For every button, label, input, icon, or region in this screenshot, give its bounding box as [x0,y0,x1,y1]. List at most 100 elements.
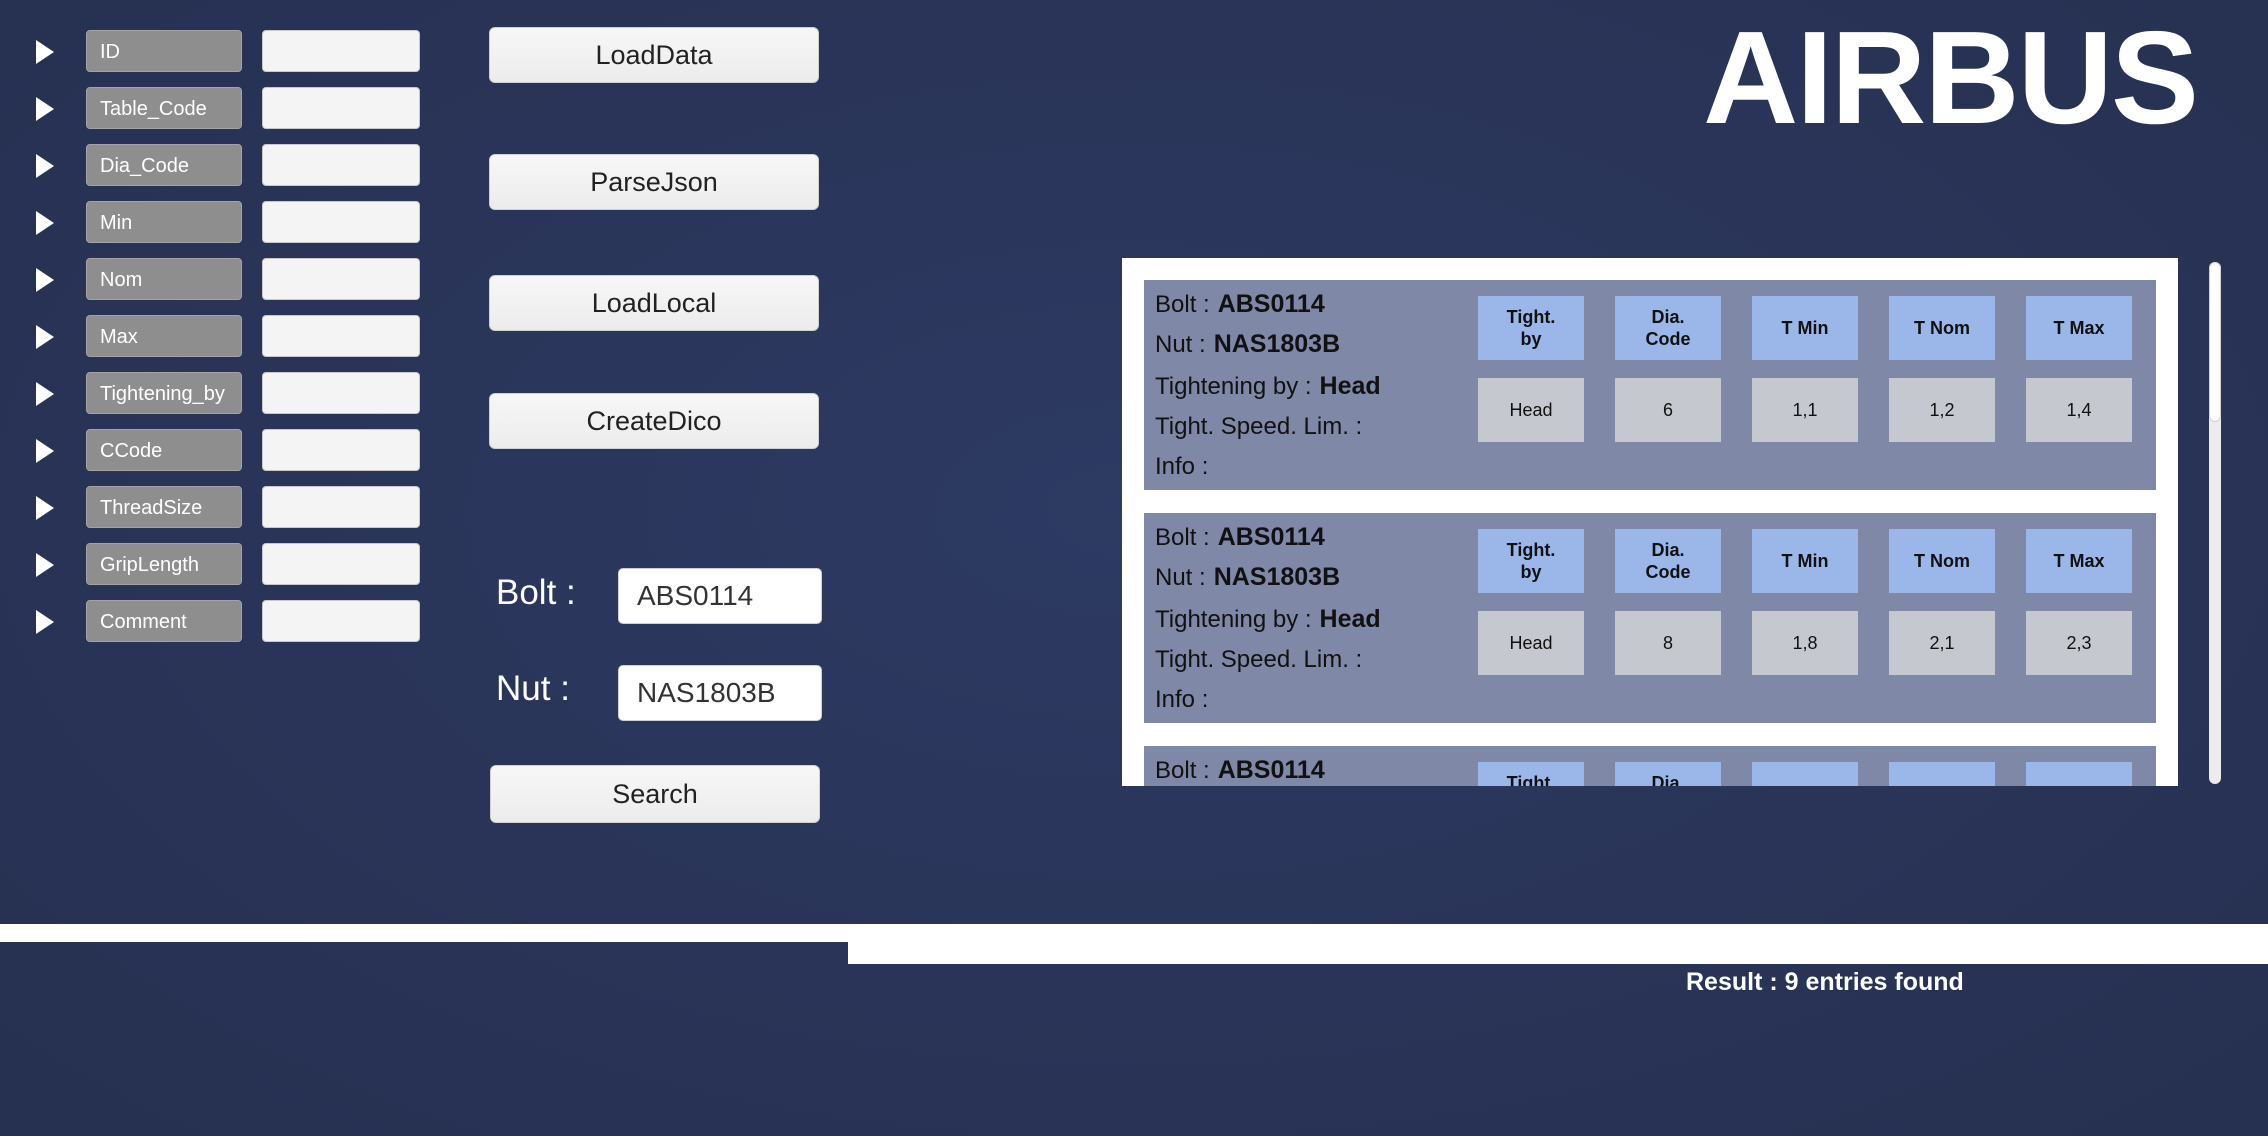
card-speed-line: Tight. Speed. Lim. : [1155,412,1370,441]
results-scrollbar[interactable] [2209,262,2221,784]
expand-arrow-icon[interactable] [36,211,54,235]
tightening-value: Head [1319,372,1381,400]
field-label-comment: Comment [86,600,242,642]
field-row-id: ID [30,28,430,76]
field-label-min: Min [86,201,242,243]
header-dia-code: Dia. Code [1615,762,1721,786]
header-dia-code: Dia. Code [1615,296,1721,360]
field-input-nom[interactable] [262,258,420,300]
expand-arrow-icon[interactable] [36,496,54,520]
card-tightening-line: Tightening by : Head [1155,605,1381,634]
field-row-tightening-by: Tightening_by [30,370,430,418]
result-status-text: Result : 9 entries found [1686,968,1964,996]
card-info-line: Info : [1155,685,1216,714]
bolt-label: Bolt : [496,573,576,612]
field-row-table-code: Table_Code [30,85,430,133]
field-label-max: Max [86,315,242,357]
card-bolt-line: Bolt : ABS0114 [1155,756,1325,785]
expand-arrow-icon[interactable] [36,40,54,64]
field-row-thread-size: ThreadSize [30,484,430,532]
field-row-max: Max [30,313,430,361]
field-label-table-code: Table_Code [86,87,242,129]
results-scrollbar-thumb[interactable] [2209,262,2221,422]
field-input-thread-size[interactable] [262,486,420,528]
info-caption: Info : [1155,453,1209,480]
value-t-nom: 2,1 [1889,611,1995,675]
field-label-dia-code: Dia_Code [86,144,242,186]
tightening-caption: Tightening by : [1155,606,1312,633]
header-tight-by: Tight. by [1478,529,1584,593]
header-t-nom: T Nom [1889,296,1995,360]
speed-caption: Tight. Speed. Lim. : [1155,646,1363,673]
parse-json-button[interactable]: ParseJson [489,154,819,210]
value-t-nom: 1,2 [1889,378,1995,442]
field-input-grip-length[interactable] [262,543,420,585]
nut-value: NAS1803B [1213,330,1341,358]
bolt-caption: Bolt : [1155,524,1210,551]
header-t-nom: T Nom [1889,762,1995,786]
field-input-max[interactable] [262,315,420,357]
value-t-min: 1,8 [1752,611,1858,675]
results-panel[interactable]: Bolt : ABS0114 Nut : NAS1803B Tightening b… [1122,258,2178,786]
field-label-thread-size: ThreadSize [86,486,242,528]
header-dia-code: Dia. Code [1615,529,1721,593]
value-tight-by: Head [1478,611,1584,675]
field-input-table-code[interactable] [262,87,420,129]
bolt-caption: Bolt : [1155,757,1210,784]
card-speed-line: Tight. Speed. Lim. : [1155,645,1370,674]
expand-arrow-icon[interactable] [36,154,54,178]
nut-input[interactable] [618,665,822,721]
header-t-min: T Min [1752,296,1858,360]
field-input-ccode[interactable] [262,429,420,471]
speed-caption: Tight. Speed. Lim. : [1155,413,1363,440]
field-label-tightening-by: Tightening_by [86,372,242,414]
header-t-min: T Min [1752,529,1858,593]
expand-arrow-icon[interactable] [36,439,54,463]
nut-value: NAS1803B [1213,563,1341,591]
field-input-dia-code[interactable] [262,144,420,186]
field-row-dia-code: Dia_Code [30,142,430,190]
field-input-comment[interactable] [262,600,420,642]
result-card: Bolt :ABS0114 Tight. by Dia. Code T Min … [1144,746,2156,786]
header-tight-by: Tight. by [1478,762,1584,786]
header-t-nom: T Nom [1889,529,1995,593]
airbus-logo: AIRBUS [1703,18,2199,138]
info-caption: Info : [1155,686,1209,713]
load-local-button[interactable]: LoadLocal [489,275,819,331]
card-nut-line: Nut : NAS1803B [1155,330,1340,359]
expand-arrow-icon[interactable] [36,553,54,577]
load-data-button[interactable]: LoadData [489,27,819,83]
card-info-line: Info : [1155,452,1216,481]
tightening-value: Head [1319,605,1381,633]
field-label-id: ID [86,30,242,72]
field-label-ccode: CCode [86,429,242,471]
expand-arrow-icon[interactable] [36,97,54,121]
value-t-max: 2,3 [2026,611,2132,675]
bolt-input[interactable] [618,568,822,624]
search-button[interactable]: Search [490,765,820,823]
header-t-max: T Max [2026,762,2132,786]
value-dia-code: 6 [1615,378,1721,442]
card-tightening-line: Tightening by : Head [1155,372,1381,401]
header-t-min: T Min [1752,762,1858,786]
expand-arrow-icon[interactable] [36,610,54,634]
header-t-max: T Max [2026,296,2132,360]
field-row-comment: Comment [30,598,430,646]
result-card: Bolt : ABS0114 Nut : NAS1803B Tightening b… [1144,280,2156,490]
field-row-ccode: CCode [30,427,430,475]
bolt-caption: Bolt : [1155,291,1210,318]
result-card: Bolt : ABS0114 Nut : NAS1803B Tightening b… [1144,513,2156,723]
field-input-min[interactable] [262,201,420,243]
value-t-max: 1,4 [2026,378,2132,442]
bolt-value: ABS0114 [1217,290,1325,318]
field-row-nom: Nom [30,256,430,304]
field-input-id[interactable] [262,30,420,72]
bolt-value: ABS0114 [1217,523,1325,551]
field-input-tightening-by[interactable] [262,372,420,414]
expand-arrow-icon[interactable] [36,325,54,349]
expand-arrow-icon[interactable] [36,382,54,406]
progress-fill-secondary [848,940,2268,964]
create-dico-button[interactable]: CreateDico [489,393,819,449]
card-bolt-line: Bolt : ABS0114 [1155,523,1325,552]
expand-arrow-icon[interactable] [36,268,54,292]
